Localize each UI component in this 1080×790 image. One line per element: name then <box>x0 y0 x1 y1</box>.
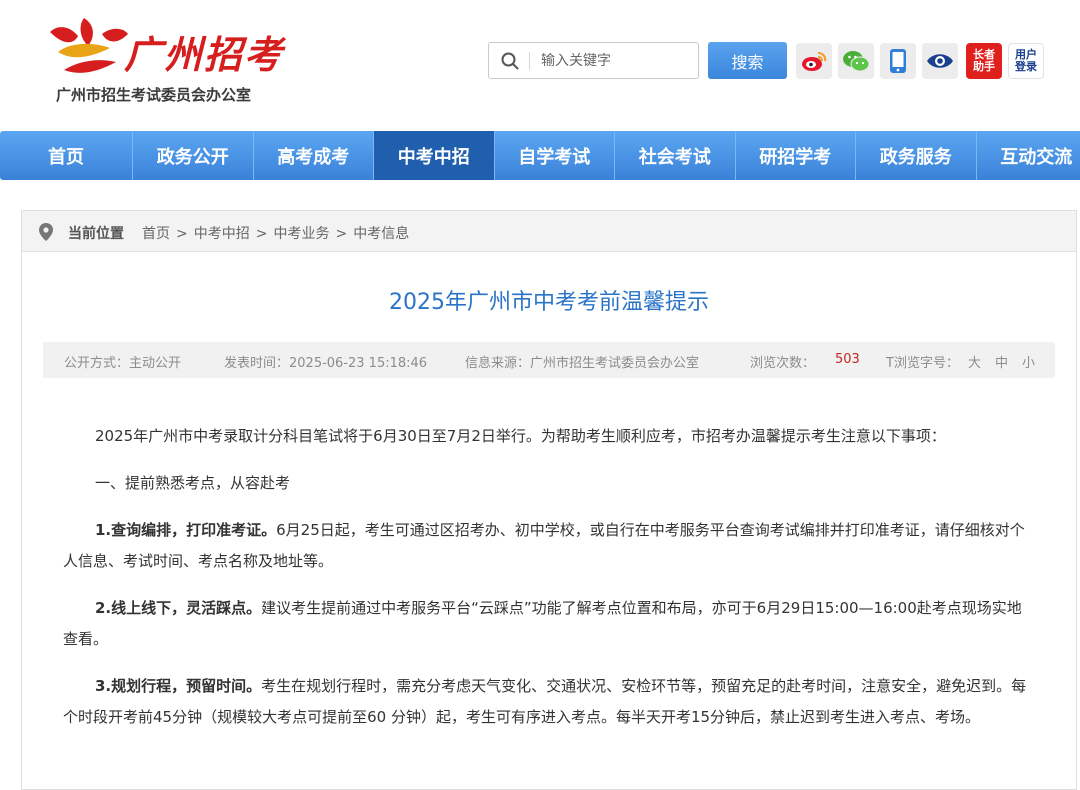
article-meta-bar: 公开方式：主动公开 发表时间：2025-06-23 15:18:46 信息来源：… <box>43 342 1055 378</box>
breadcrumb: 当前位置 首页 > 中考中招 > 中考业务 > 中考信息 <box>22 211 1076 252</box>
nav-item-government-affairs[interactable]: 政务公开 <box>133 131 254 180</box>
search-icon <box>501 52 519 70</box>
logo-subtitle: 广州市招生考试委员会办公室 <box>56 84 251 105</box>
article-title: 2025年广州市中考考前温馨提示 <box>22 284 1076 316</box>
paragraph-lead: 1.查询编排，打印准考证。 <box>95 521 276 539</box>
article-paragraph: 1.查询编排，打印准考证。6月25日起，考生可通过区招考办、初中学校，或自行在中… <box>63 515 1033 577</box>
paragraph-lead: 2.线上线下，灵活踩点。 <box>95 599 261 617</box>
breadcrumb-trail: 首页 > 中考中招 > 中考业务 > 中考信息 <box>142 223 409 243</box>
paragraph-text: 一、提前熟悉考点，从容赴考 <box>95 474 290 492</box>
nav-item-interaction[interactable]: 互动交流 <box>977 131 1080 180</box>
paragraph-text: 2025年广州市中考录取计分科目笔试将于6月30日至7月2日举行。为帮助考生顺利… <box>95 427 946 445</box>
elder-assistant-icon[interactable]: 长者 助手 <box>966 43 1002 79</box>
wechat-icon[interactable] <box>838 43 874 79</box>
eye-icon[interactable] <box>922 43 958 79</box>
breadcrumb-separator: > <box>176 226 188 242</box>
font-size-large[interactable]: 大 <box>968 352 981 371</box>
logo-title: 广州招考 <box>124 24 284 79</box>
wechat-glyph-icon <box>842 49 870 73</box>
location-pin-icon <box>39 223 53 241</box>
site-header: 广州招考 广州市招生考试委员会办公室 搜索 <box>0 0 1080 128</box>
breadcrumb-separator: > <box>335 226 347 242</box>
nav-item-zhongkao[interactable]: 中考中招 <box>374 131 495 180</box>
search-box <box>488 42 699 79</box>
breadcrumb-zhongkao-info[interactable]: 中考信息 <box>353 226 409 242</box>
breadcrumb-zhongkao-business[interactable]: 中考业务 <box>273 226 329 242</box>
user-login-icon[interactable]: 用户 登录 <box>1008 43 1044 79</box>
nav-item-gaokao[interactable]: 高考成考 <box>254 131 375 180</box>
meta-views-label: 浏览次数： <box>750 352 815 371</box>
user-login-label-2: 登录 <box>1015 61 1037 73</box>
kapok-flower-logo-icon <box>44 14 130 78</box>
weibo-icon[interactable] <box>796 43 832 79</box>
breadcrumb-separator: > <box>256 226 268 242</box>
breadcrumb-label: 当前位置 <box>68 223 124 243</box>
meta-views-count: 503 <box>835 352 860 367</box>
article-paragraph: 3.规划行程，预留时间。考生在规划行程时，需充分考虑天气变化、交通状况、安检环节… <box>63 671 1033 733</box>
font-size-small[interactable]: 小 <box>1022 352 1035 371</box>
site-logo[interactable]: 广州招考 广州市招生考试委员会办公室 <box>44 14 284 114</box>
mobile-glyph-icon <box>889 48 907 74</box>
search-button[interactable]: 搜索 <box>708 42 787 79</box>
search-input[interactable] <box>541 48 691 74</box>
meta-source: 信息来源：广州市招生考试委员会办公室 <box>465 352 699 371</box>
elder-assistant-label-2: 助手 <box>973 61 995 73</box>
search-divider <box>529 52 530 70</box>
mobile-icon[interactable] <box>880 43 916 79</box>
main-nav: 首页 政务公开 高考成考 中考中招 自学考试 社会考试 研招学考 政务服务 互动… <box>0 131 1080 180</box>
breadcrumb-zhongkao[interactable]: 中考中招 <box>194 226 250 242</box>
font-size-medium[interactable]: 中 <box>995 352 1008 371</box>
breadcrumb-home[interactable]: 首页 <box>142 226 170 242</box>
meta-font-size-label: T浏览字号： <box>886 352 959 371</box>
nav-item-home[interactable]: 首页 <box>0 131 133 180</box>
nav-item-social-exam[interactable]: 社会考试 <box>615 131 736 180</box>
nav-item-postgraduate[interactable]: 研招学考 <box>736 131 857 180</box>
article-body: 2025年广州市中考录取计分科目笔试将于6月30日至7月2日举行。为帮助考生顺利… <box>63 421 1033 749</box>
meta-published-time: 发表时间：2025-06-23 15:18:46 <box>224 352 427 371</box>
nav-item-self-study-exam[interactable]: 自学考试 <box>495 131 616 180</box>
nav-item-government-service[interactable]: 政务服务 <box>856 131 977 180</box>
article-paragraph: 2025年广州市中考录取计分科目笔试将于6月30日至7月2日举行。为帮助考生顺利… <box>63 421 1033 452</box>
paragraph-lead: 3.规划行程，预留时间。 <box>95 677 261 695</box>
eye-glyph-icon <box>926 52 954 70</box>
meta-disclosure: 公开方式：主动公开 <box>64 352 181 371</box>
article-paragraph: 2.线上线下，灵活踩点。建议考生提前通过中考服务平台“云踩点”功能了解考点位置和… <box>63 593 1033 655</box>
weibo-glyph-icon <box>801 50 827 72</box>
article-container: 当前位置 首页>中考中招>中考业务>中考信息 2025年广州市中考考前温馨提示 … <box>21 210 1077 790</box>
article-section-heading: 一、提前熟悉考点，从容赴考 <box>63 468 1033 499</box>
